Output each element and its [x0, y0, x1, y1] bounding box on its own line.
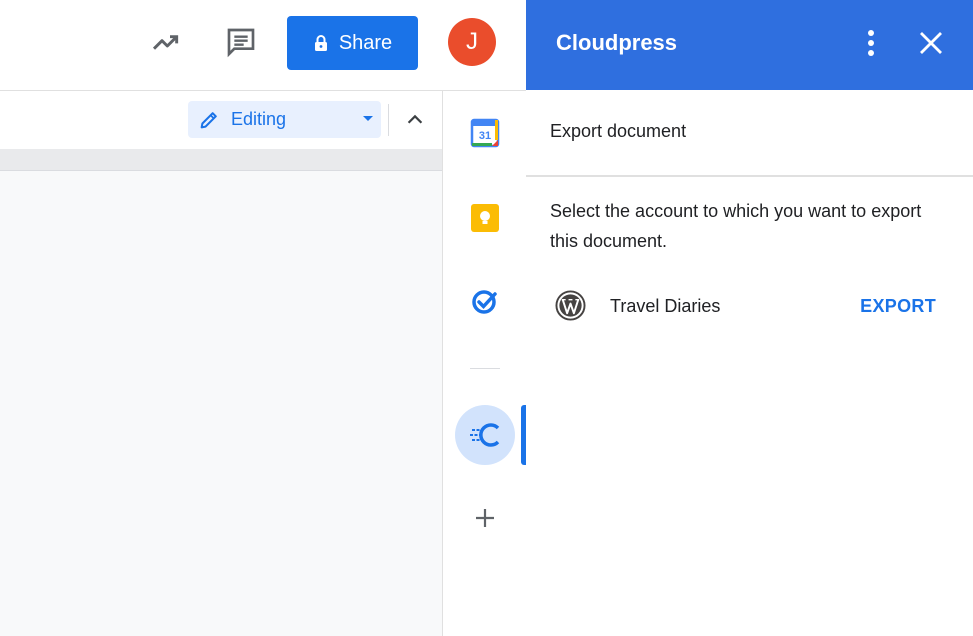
- ruler: [0, 149, 442, 171]
- cloudpress-addon-button[interactable]: [455, 405, 515, 465]
- panel-title: Cloudpress: [556, 30, 678, 55]
- panel-more-button[interactable]: [856, 26, 886, 60]
- comment-icon: [227, 28, 255, 58]
- share-label: Share: [338, 31, 393, 54]
- comments-button[interactable]: [221, 22, 261, 62]
- share-button[interactable]: Share: [287, 16, 418, 70]
- account-avatar[interactable]: J: [448, 18, 496, 66]
- panel-close-button[interactable]: [914, 26, 948, 60]
- toolbar-divider: [388, 104, 389, 136]
- trending-icon: [152, 35, 179, 50]
- wordpress-icon: [555, 290, 586, 321]
- calendar-icon: 31: [470, 118, 500, 148]
- panel-subheader: Export document: [526, 91, 973, 177]
- cloudpress-logo-icon: [470, 423, 500, 447]
- top-header: Share J: [0, 0, 526, 91]
- pencil-icon: [198, 109, 220, 131]
- plus-icon: [476, 509, 494, 527]
- editing-mode-label: Editing: [231, 109, 287, 129]
- rail-divider: [470, 368, 500, 369]
- more-vert-icon: [868, 30, 874, 56]
- document-canvas[interactable]: [0, 171, 442, 636]
- side-panel-rail: 31: [442, 91, 527, 636]
- activity-dashboard-button[interactable]: [146, 22, 186, 62]
- close-icon: [920, 32, 942, 54]
- editing-mode-dropdown[interactable]: Editing: [188, 101, 381, 138]
- tasks-check-icon: [472, 290, 497, 314]
- get-addons-button[interactable]: [472, 505, 498, 531]
- panel-subtitle: Export document: [550, 121, 687, 141]
- doc-toolbar: Editing: [0, 91, 442, 149]
- dropdown-caret-icon: [363, 116, 373, 121]
- account-row: Travel Diaries EXPORT: [550, 286, 948, 326]
- lock-icon: [314, 35, 327, 51]
- keep-button[interactable]: [470, 203, 500, 233]
- tasks-button[interactable]: [470, 286, 500, 316]
- account-name: Travel Diaries: [610, 296, 721, 316]
- svg-text:31: 31: [479, 130, 491, 142]
- cloudpress-panel: Cloudpress Export document Select the ac…: [526, 0, 973, 636]
- calendar-button[interactable]: 31: [469, 117, 501, 149]
- chevron-up-icon: [407, 114, 423, 124]
- panel-header: Cloudpress: [526, 0, 973, 90]
- hide-menus-button[interactable]: [400, 105, 430, 135]
- keep-lightbulb-icon: [471, 204, 499, 232]
- export-description: Select the account to which you want to …: [550, 201, 922, 251]
- export-button[interactable]: EXPORT: [860, 296, 936, 317]
